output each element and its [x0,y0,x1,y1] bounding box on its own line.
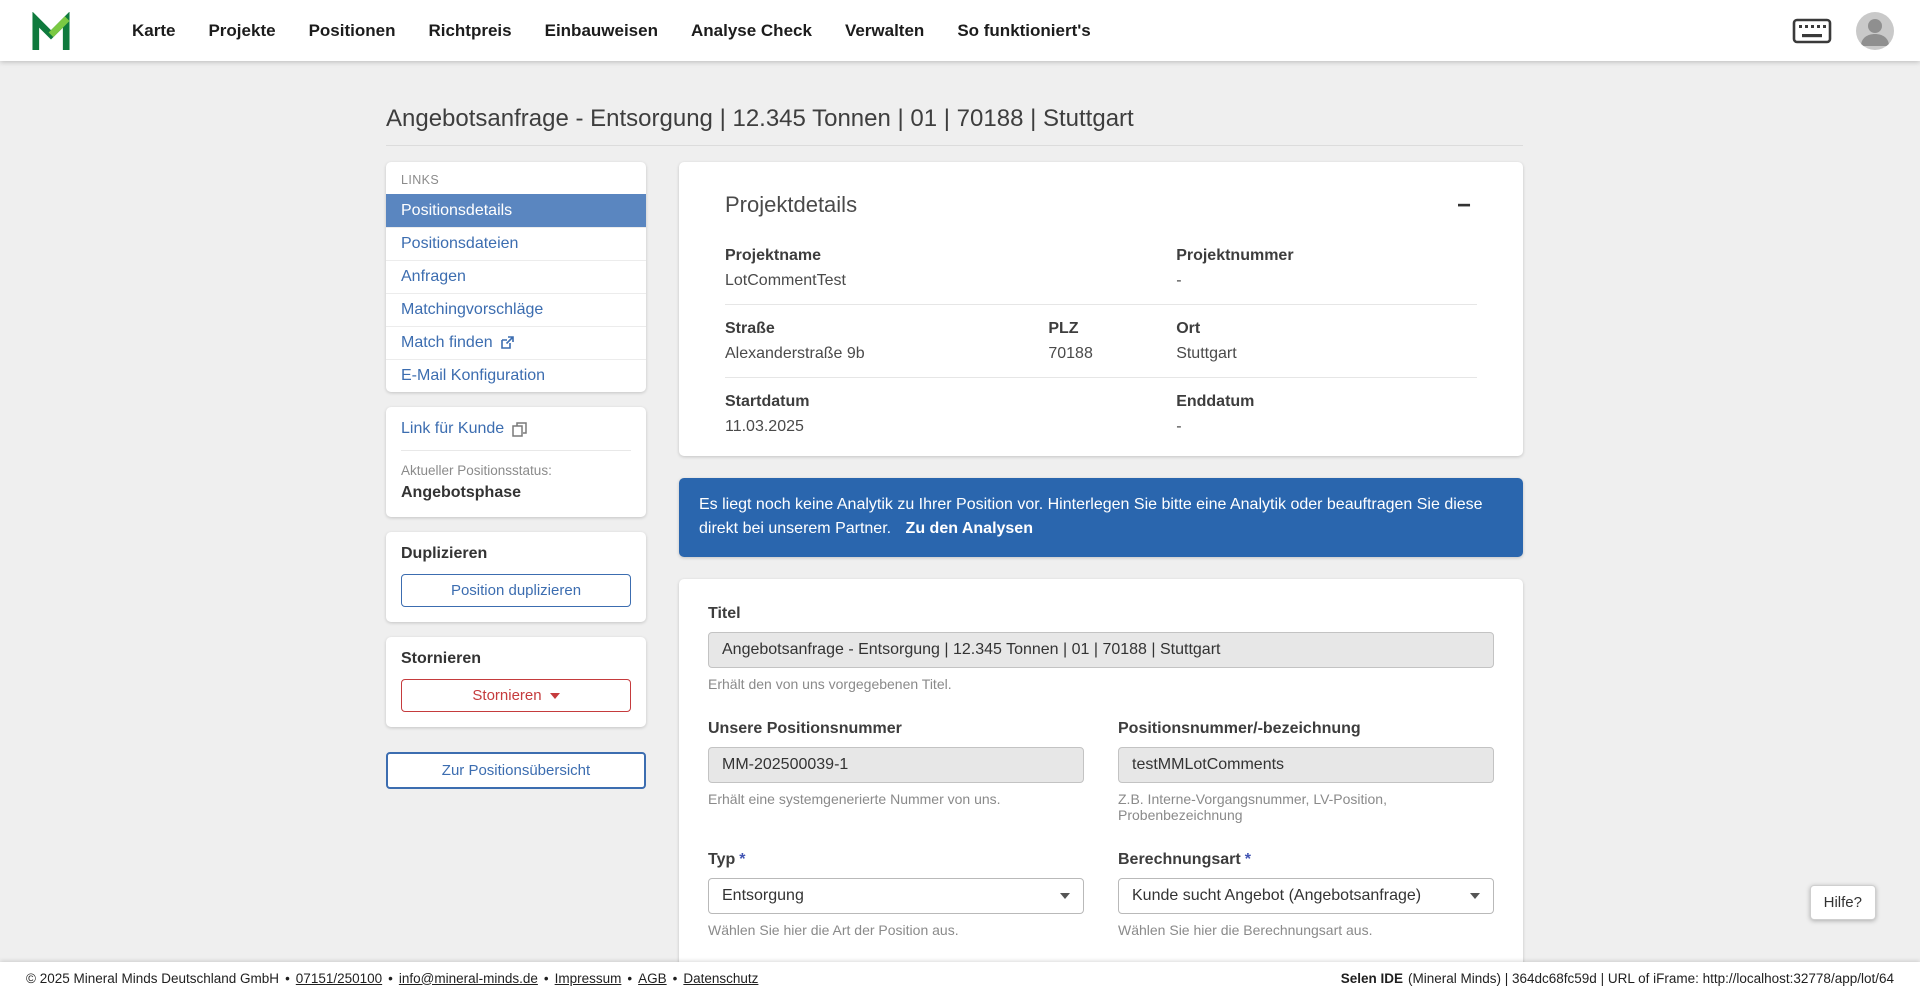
user-avatar[interactable] [1856,12,1894,50]
berechnungsart-select[interactable]: Kunde sucht Angebot (Angebotsanfrage) [1118,878,1494,914]
titel-help: Erhält den von uns vorgegebenen Titel. [708,676,1494,692]
typ-help: Wählen Sie hier die Art der Position aus… [708,922,1084,938]
sidebar-item-anfragen[interactable]: Anfragen [386,260,646,293]
sidebar: LINKS Positionsdetails Positionsdateien … [386,162,646,789]
help-button[interactable]: Hilfe? [1810,885,1876,920]
links-card: LINKS Positionsdetails Positionsdateien … [386,162,646,392]
analytics-info-banner: Es liegt noch keine Analytik zu Ihrer Po… [679,478,1523,557]
sidebar-item-matchingvorschlaege[interactable]: Matchingvorschläge [386,293,646,326]
enddatum-label: Enddatum [1176,393,1477,411]
cancel-position-button[interactable]: Stornieren [401,679,631,712]
sidebar-item-match-finden[interactable]: Match finden [386,326,646,359]
positionsnummer-input[interactable] [708,747,1084,783]
typ-label: Typ* [708,851,1084,869]
logo-m-icon [30,12,72,50]
footer-ide-name: Selen IDE [1341,971,1403,986]
projektnummer-value: - [1176,272,1477,290]
nav-item-analyse-check[interactable]: Analyse Check [679,11,824,51]
projektname-label: Projektname [725,247,1176,265]
ort-label: Ort [1176,320,1477,338]
footer: © 2025 Mineral Minds Deutschland GmbH • … [0,962,1920,994]
nav-item-positionen[interactable]: Positionen [297,11,408,51]
duplicate-position-button[interactable]: Position duplizieren [401,574,631,607]
mineral-minds-logo[interactable] [30,12,72,50]
typ-select[interactable]: Entsorgung [708,878,1084,914]
footer-agb-link[interactable]: AGB [638,971,667,986]
sidebar-item-positionsdetails[interactable]: Positionsdetails [386,194,646,227]
strasse-label: Straße [725,320,1048,338]
project-row: Projektname LotCommentTest Projektnummer… [725,232,1477,305]
nav-item-so-funktionierts[interactable]: So funktioniert's [945,11,1102,51]
berechnungsart-label: Berechnungsart* [1118,851,1494,869]
main-column: Projektdetails − Projektname LotCommentT… [679,162,1523,994]
nav-item-verwalten[interactable]: Verwalten [833,11,936,51]
sidebar-item-email-konfiguration[interactable]: E-Mail Konfiguration [386,359,646,392]
titel-label: Titel [708,605,1494,623]
page-content: Angebotsanfrage - Entsorgung | 12.345 To… [386,61,1523,994]
project-details-title: Projektdetails [725,192,857,218]
status-card: Link für Kunde Aktueller Positionsstatus… [386,407,646,517]
position-form-card: Titel Erhält den von uns vorgegebenen Ti… [679,579,1523,994]
copy-icon [512,422,527,437]
required-asterisk: * [739,851,745,868]
footer-copyright: © 2025 Mineral Minds Deutschland GmbH [26,971,279,986]
project-details-card: Projektdetails − Projektname LotCommentT… [679,162,1523,456]
bezeichnung-help: Z.B. Interne-Vorgangsnummer, LV-Position… [1118,791,1494,823]
required-asterisk: * [1245,851,1251,868]
navbar-right [1792,12,1894,50]
titel-input[interactable] [708,632,1494,668]
position-status-value: Angebotsphase [401,484,631,502]
positionsnummer-help: Erhält eine systemgenerierte Nummer von … [708,791,1084,807]
project-row: Straße Alexanderstraße 9b PLZ 70188 Ort … [725,305,1477,378]
startdatum-label: Startdatum [725,393,1176,411]
footer-left: © 2025 Mineral Minds Deutschland GmbH • … [26,971,758,986]
caret-down-icon [1470,893,1480,899]
bezeichnung-label: Positionsnummer/-bezeichnung [1118,720,1494,738]
person-icon [1856,12,1894,50]
nav-item-richtpreis[interactable]: Richtpreis [416,11,523,51]
position-status-label: Aktueller Positionsstatus: [401,463,631,478]
top-navbar: Karte Projekte Positionen Richtpreis Ein… [0,0,1920,61]
caret-down-icon [1060,893,1070,899]
footer-email-link[interactable]: info@mineral-minds.de [399,971,538,986]
cancel-card-title: Stornieren [401,650,631,668]
cancel-card: Stornieren Stornieren [386,637,646,727]
customer-link[interactable]: Link für Kunde [401,420,631,451]
external-link-icon [500,336,514,350]
banner-text: Es liegt noch keine Analytik zu Ihrer Po… [699,496,1483,537]
plz-value: 70188 [1048,345,1176,363]
nav-item-einbauweisen[interactable]: Einbauweisen [533,11,670,51]
page-title: Angebotsanfrage - Entsorgung | 12.345 To… [386,105,1523,146]
footer-ide-info: (Mineral Minds) | 364dc68fc59d | URL of … [1408,971,1894,986]
positionsnummer-label: Unsere Positionsnummer [708,720,1084,738]
links-card-header: LINKS [386,162,646,194]
footer-phone-link[interactable]: 07151/250100 [296,971,382,986]
sidebar-item-positionsdateien[interactable]: Positionsdateien [386,227,646,260]
berechnungsart-help: Wählen Sie hier die Berechnungsart aus. [1118,922,1494,938]
strasse-value: Alexanderstraße 9b [725,345,1048,363]
footer-right: Selen IDE (Mineral Minds) | 364dc68fc59d… [1341,971,1894,986]
caret-down-icon [550,693,560,699]
project-row: Startdatum 11.03.2025 Enddatum - [725,378,1477,450]
footer-impressum-link[interactable]: Impressum [555,971,622,986]
ort-value: Stuttgart [1176,345,1477,363]
duplicate-card-title: Duplizieren [401,545,631,563]
projektnummer-label: Projektnummer [1176,247,1477,265]
keyboard-icon[interactable] [1792,16,1832,46]
position-overview-button[interactable]: Zur Positionsübersicht [386,752,646,789]
footer-datenschutz-link[interactable]: Datenschutz [683,971,758,986]
projektname-value: LotCommentTest [725,272,1176,290]
nav-item-karte[interactable]: Karte [120,11,187,51]
collapse-icon[interactable]: − [1451,192,1477,220]
bezeichnung-input[interactable] [1118,747,1494,783]
analyses-link[interactable]: Zu den Analysen [906,520,1033,537]
main-nav: Karte Projekte Positionen Richtpreis Ein… [120,11,1792,51]
duplicate-card: Duplizieren Position duplizieren [386,532,646,622]
enddatum-value: - [1176,418,1477,436]
startdatum-value: 11.03.2025 [725,418,1176,436]
plz-label: PLZ [1048,320,1176,338]
nav-item-projekte[interactable]: Projekte [196,11,287,51]
